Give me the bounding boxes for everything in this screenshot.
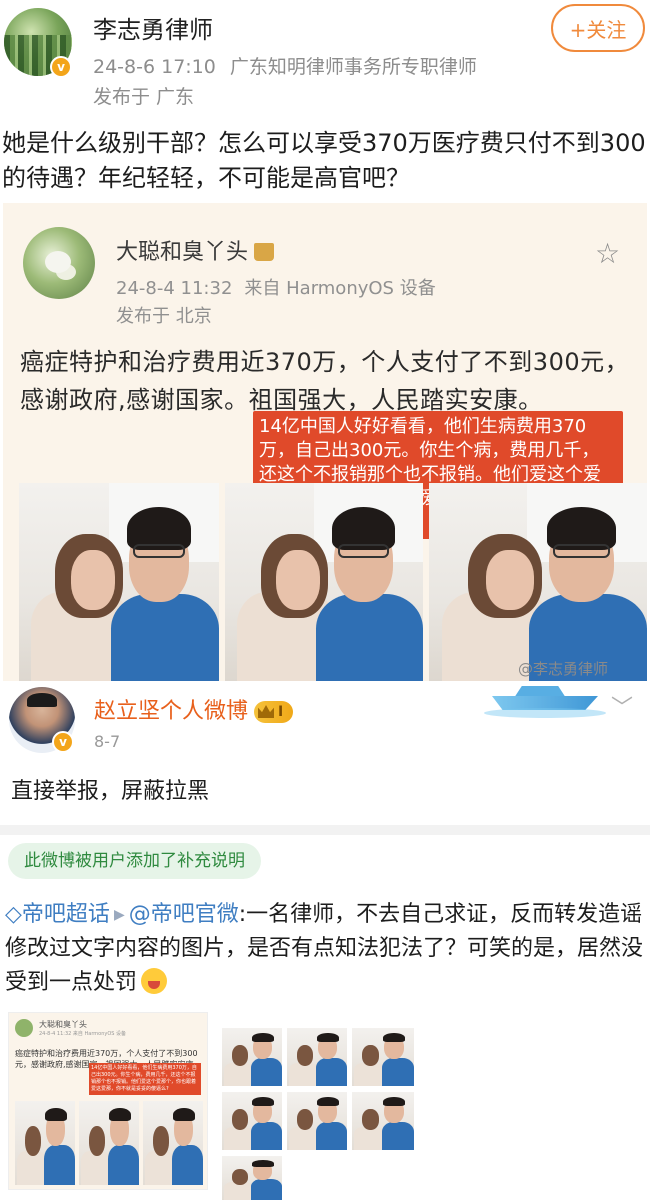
verified-badge-icon: v	[52, 731, 74, 753]
embedded-screenshot[interactable]: 大聪和臭丫头 ☆ 24-8-4 11:32 来自 HarmonyOS 设备 发布于…	[3, 203, 647, 681]
triangle-icon: ▶	[113, 907, 125, 923]
embedded-photo	[225, 483, 423, 681]
note-image-thumbnail[interactable]: 大聪和臭丫头 24-8-4 11:32 来自 HarmonyOS 设备 癌症特护…	[8, 1012, 208, 1190]
follow-button[interactable]: +关注	[551, 4, 645, 52]
thumbnail-photo	[143, 1101, 203, 1185]
member-crown-icon: I	[254, 701, 294, 723]
post-text: 直接举报，屏蔽拉黑	[11, 779, 210, 804]
embedded-location: 发布于 北京	[116, 306, 212, 327]
divider	[0, 825, 650, 835]
author-name[interactable]: 赵立坚个人微博 I	[94, 693, 294, 725]
supertopic-link[interactable]: 帝吧超话	[22, 902, 110, 927]
crown-icon	[254, 243, 275, 261]
grid-photo	[222, 1092, 282, 1150]
embedded-text: 癌症特护和治疗费用近370万，个人支付了不到300元，感谢政府,感谢国家。祖国强…	[20, 348, 630, 414]
post-date: 24-8-6 17:10	[93, 56, 216, 78]
embedded-meta: 24-8-4 11:32 来自 HarmonyOS 设备	[116, 278, 436, 299]
note-text: ◇帝吧超话 ▶ @帝吧官微:一名律师，不去自己求证，反而转发造谣修改过文字内容的图片…	[5, 898, 645, 1000]
ship-decoration-icon	[484, 676, 606, 720]
embedded-photo	[429, 483, 647, 681]
post-header: v 李志勇律师 24-8-6 17:10 广东知明律师事务所专职律师 发布于 广东…	[0, 0, 650, 115]
post-text: 她是什么级别干部？怎么可以享受370万医疗费只付不到300的待遇？年纪轻轻，不可…	[2, 129, 646, 192]
grid-photo	[352, 1092, 414, 1150]
post-meta: 24-8-6 17:10 广东知明律师事务所专职律师	[93, 52, 477, 79]
grid-photo	[287, 1092, 347, 1150]
author-title: 广东知明律师事务所专职律师	[229, 56, 477, 78]
grid-photo	[352, 1028, 414, 1086]
thumbnail-meta: 24-8-4 11:32 来自 HarmonyOS 设备	[39, 1031, 127, 1037]
thumbnail-photo	[79, 1101, 139, 1185]
note-image-grid[interactable]	[218, 1018, 420, 1200]
post-location: 发布于 广东	[93, 86, 195, 108]
grid-photo	[222, 1028, 282, 1086]
verified-badge-icon: v	[50, 56, 72, 78]
grid-photo	[287, 1028, 347, 1086]
star-icon: ☆	[595, 237, 621, 270]
supplementary-note-badge: 此微博被用户添加了补充说明	[8, 843, 261, 879]
author-name[interactable]: 李志勇律师	[93, 10, 213, 45]
mention-link[interactable]: @帝吧官微	[129, 902, 239, 927]
thumbnail-photo	[15, 1101, 75, 1185]
embedded-avatar	[23, 227, 95, 299]
thumbnail-overlay: 14亿中国人好好看看，他们生病费用370万，自己出300元。你生个病，费用几千，…	[89, 1063, 201, 1095]
embedded-author: 大聪和臭丫头	[116, 234, 275, 266]
chevron-down-icon[interactable]: ﹀	[611, 690, 633, 722]
thumbnail-author: 大聪和臭丫头	[39, 1020, 87, 1029]
crying-emoji-icon	[141, 968, 168, 994]
grid-photo	[222, 1156, 282, 1200]
thumbnail-avatar	[15, 1019, 33, 1037]
embedded-photo	[19, 483, 219, 681]
supertopic-icon: ◇	[5, 902, 22, 927]
post-date: 8-7	[94, 732, 121, 751]
